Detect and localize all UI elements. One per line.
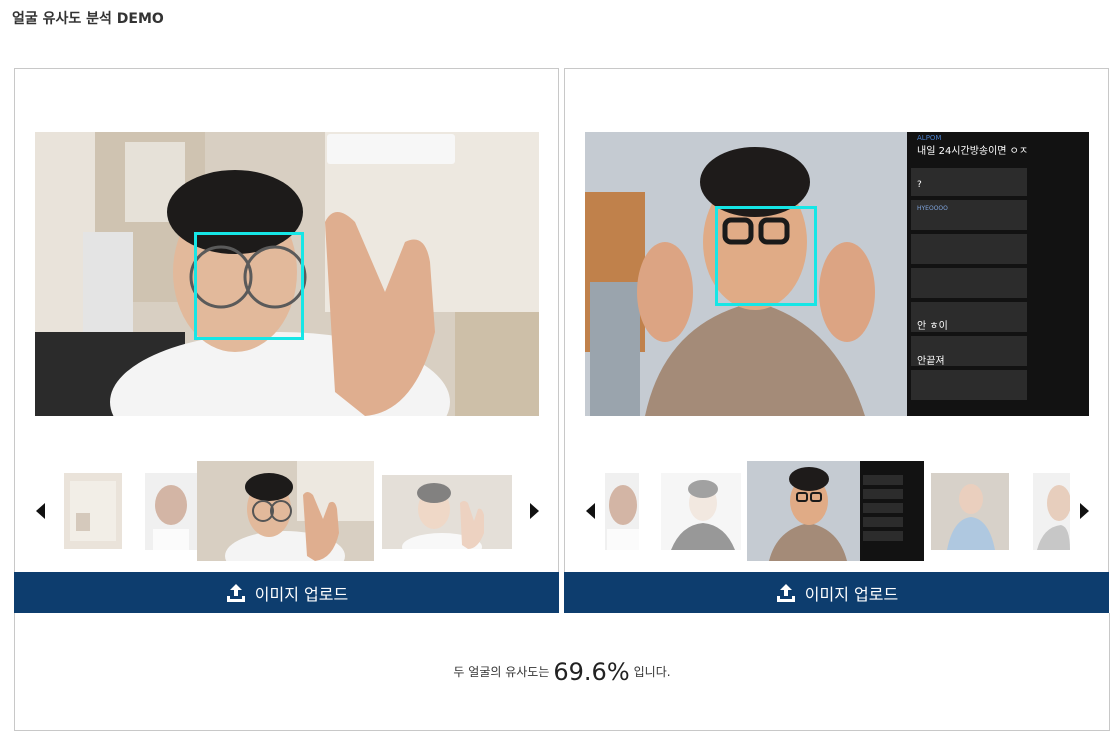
overlay-line1: 내일 24시간방송이면 ㅇㅈ [917, 145, 1028, 157]
left-arrow-left-icon[interactable] [36, 503, 45, 519]
right-thumb-glasses-stream-selected[interactable] [747, 461, 924, 561]
right-arrow-right-icon[interactable] [1080, 503, 1089, 519]
right-upload-button[interactable]: 이미지 업로드 [564, 572, 1109, 613]
left-thumb-glasses-selfie-selected[interactable] [197, 461, 374, 561]
left-upload-button[interactable]: 이미지 업로드 [14, 572, 559, 613]
left-thumb-passport[interactable] [64, 473, 122, 549]
similarity-result: 두 얼굴의 유사도는 69.6% 입니다. [14, 613, 1110, 731]
upload-icon [226, 583, 245, 602]
right-thumb-man-portrait[interactable] [605, 473, 639, 550]
overlay-line3: HYEOOOO [917, 205, 948, 212]
left-main-photo [35, 132, 539, 416]
right-thumbnail-carousel[interactable] [565, 461, 1108, 561]
right-thumb-sketch-portrait[interactable] [661, 473, 741, 550]
upload-icon [776, 583, 795, 602]
left-thumb-man-portrait[interactable] [145, 473, 197, 550]
right-face-detection-box [715, 206, 817, 306]
right-main-photo: ALPOM 내일 24시간방송이면 ㅇㅈ ? HYEOOOO 안 ㅎ이 안끝져 [585, 132, 1089, 416]
left-image-panel: 이미지 업로드 [14, 68, 559, 613]
similarity-value: 69.6% [553, 657, 630, 686]
left-thumb-glasses-selfie-2[interactable] [382, 475, 512, 549]
left-thumbnail-carousel[interactable] [15, 461, 558, 561]
right-thumb-smiling-man[interactable] [931, 473, 1009, 550]
left-face-detection-box [194, 232, 304, 340]
right-image-panel: ALPOM 내일 24시간방송이면 ㅇㅈ ? HYEOOOO 안 ㅎ이 안끝져 [564, 68, 1109, 613]
right-thumb-man-side[interactable] [1033, 473, 1070, 550]
page-title: 얼굴 유사도 분석 DEMO [12, 11, 164, 27]
overlay-line5: 안끝져 [917, 355, 945, 367]
right-upload-label: 이미지 업로드 [804, 584, 899, 604]
right-arrow-left-icon[interactable] [586, 503, 595, 519]
overlay-line4: 안 ㅎ이 [917, 320, 948, 332]
result-prefix: 두 얼굴의 유사도는 [453, 665, 550, 679]
overlay-header: ALPOM [917, 134, 941, 142]
overlay-line2: ? [917, 180, 922, 190]
left-arrow-right-icon[interactable] [530, 503, 539, 519]
left-upload-label: 이미지 업로드 [254, 584, 349, 604]
result-suffix: 입니다. [633, 665, 671, 679]
